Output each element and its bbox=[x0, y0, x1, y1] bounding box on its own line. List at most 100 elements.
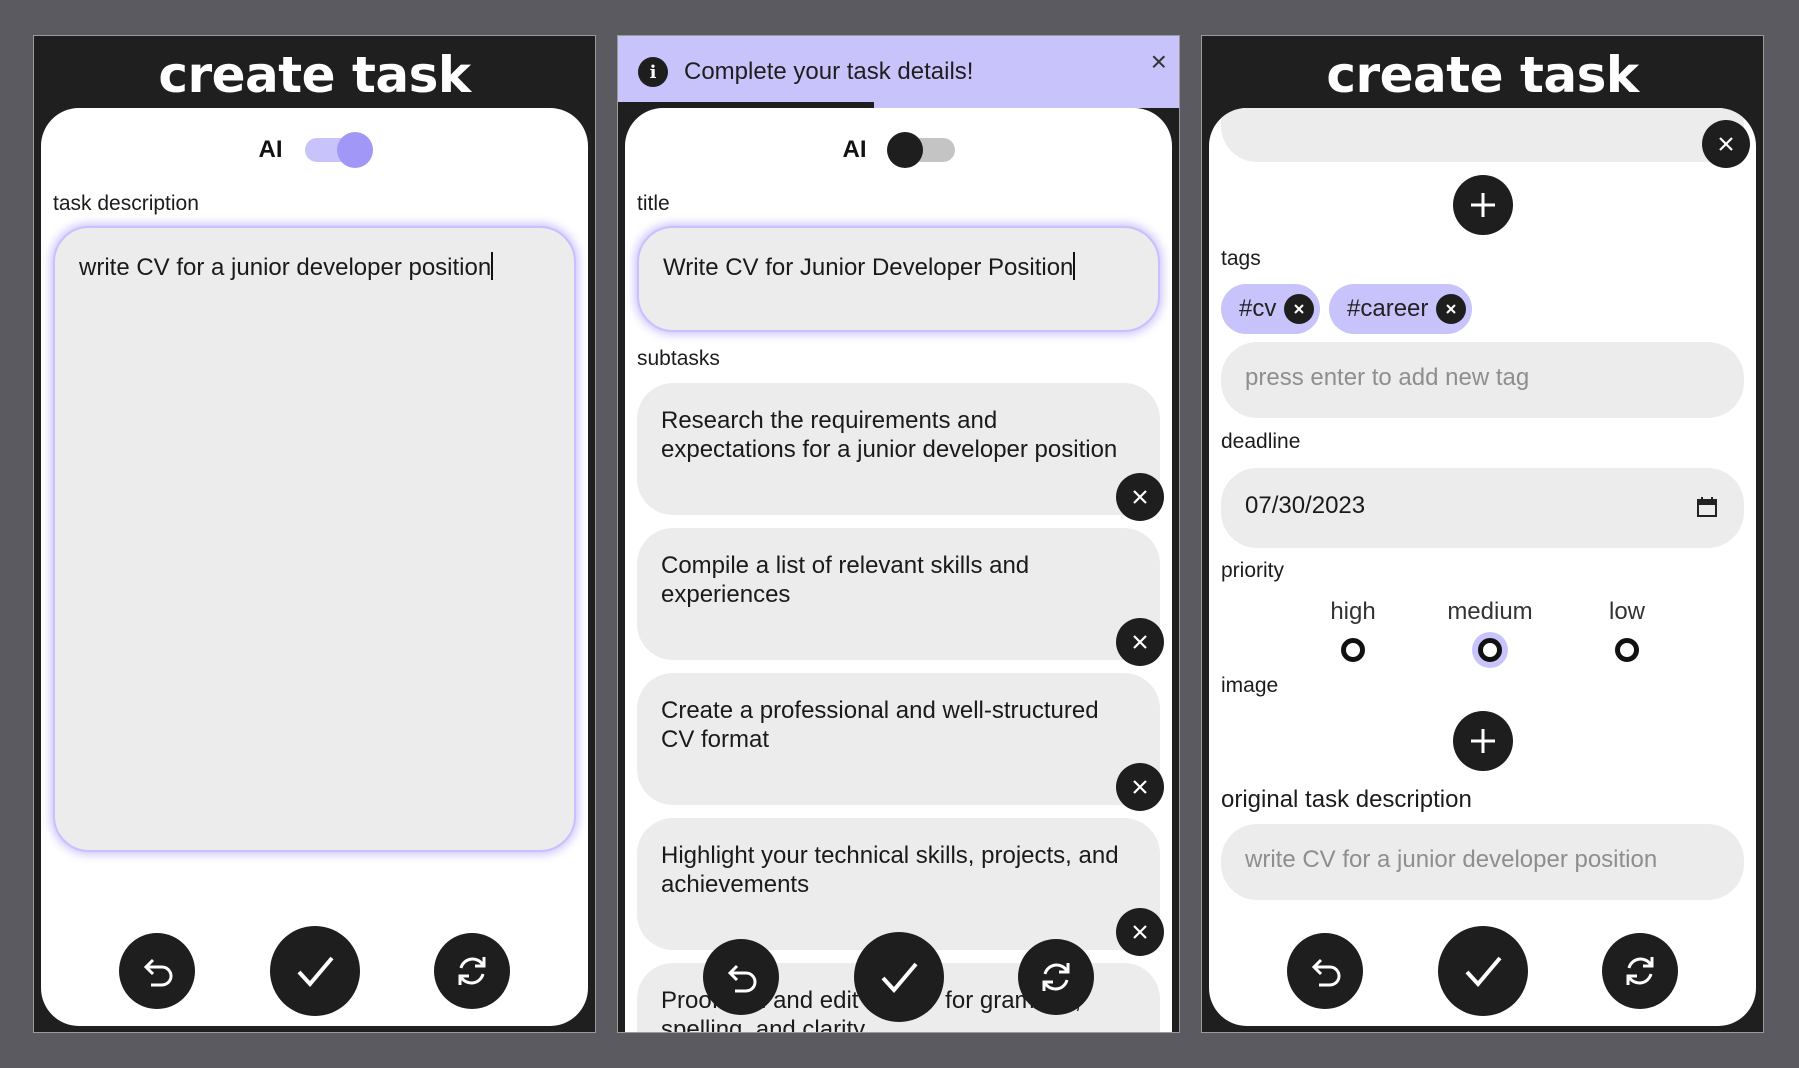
new-tag-placeholder: press enter to add new tag bbox=[1245, 364, 1530, 391]
undo-button[interactable] bbox=[119, 933, 195, 1009]
plus-icon bbox=[1470, 193, 1495, 217]
confirm-button[interactable] bbox=[270, 926, 360, 1016]
deadline-label: deadline bbox=[1221, 430, 1301, 453]
check-icon bbox=[1465, 956, 1502, 988]
priority-option-label: medium bbox=[1447, 598, 1533, 625]
toast-close-button[interactable]: × bbox=[1151, 46, 1167, 78]
refresh-icon bbox=[1626, 957, 1654, 985]
title-input[interactable]: Write CV for Junior Developer Position bbox=[637, 226, 1160, 332]
add-image-button[interactable] bbox=[1452, 711, 1513, 771]
text-caret bbox=[491, 252, 494, 280]
priority-option-label: high bbox=[1330, 598, 1376, 625]
remove-subtask-button[interactable] bbox=[1116, 763, 1164, 811]
regenerate-button[interactable] bbox=[1018, 939, 1094, 1015]
undo-icon bbox=[727, 964, 757, 993]
deadline-date-input[interactable]: 07/30/2023 bbox=[1221, 468, 1744, 548]
close-icon bbox=[1133, 780, 1147, 794]
tag-chip[interactable]: #career bbox=[1329, 284, 1473, 334]
priority-radio[interactable] bbox=[1615, 638, 1639, 662]
tag-text: #career bbox=[1347, 295, 1429, 322]
form-card: AI task description write CV for a junio… bbox=[41, 108, 588, 1026]
remove-tag-button[interactable] bbox=[1436, 294, 1467, 324]
ai-toggle-row: AI bbox=[625, 132, 1172, 168]
form-card: AI title Write CV for Junior Developer P… bbox=[625, 108, 1172, 1032]
undo-icon bbox=[143, 958, 173, 987]
priority-label: priority bbox=[1221, 559, 1285, 582]
regenerate-button[interactable] bbox=[434, 933, 510, 1009]
title-label: title bbox=[637, 192, 670, 215]
tag-chip[interactable]: #cv bbox=[1221, 284, 1321, 334]
remove-tag-button[interactable] bbox=[1284, 294, 1315, 324]
priority-option-label: low bbox=[1608, 598, 1645, 625]
toggle-knob bbox=[886, 132, 923, 168]
ai-toggle[interactable] bbox=[304, 132, 373, 168]
subtask-item[interactable]: Highlight your technical skills, project… bbox=[637, 818, 1164, 956]
ai-toggle[interactable] bbox=[886, 132, 955, 168]
title-text: Write CV for Junior Developer Position bbox=[663, 254, 1074, 281]
subtask-item[interactable]: Compile a list of relevant skills and ex… bbox=[637, 528, 1164, 666]
subtask-item-partial[interactable] bbox=[1221, 108, 1744, 162]
remove-subtask-button[interactable] bbox=[1116, 618, 1164, 666]
close-icon bbox=[1133, 635, 1147, 649]
subtask-text: Highlight your technical skills, project… bbox=[661, 842, 1119, 898]
info-icon: i bbox=[638, 57, 668, 87]
refresh-icon bbox=[1042, 963, 1070, 991]
task-description-input[interactable]: write CV for a junior developer position bbox=[53, 226, 576, 852]
priority-radio[interactable] bbox=[1341, 638, 1365, 662]
confirm-button[interactable] bbox=[1438, 926, 1528, 1016]
original-description-text: write CV for a junior developer position bbox=[1245, 846, 1658, 873]
plus-icon bbox=[1470, 729, 1495, 753]
toast-message: Complete your task details! bbox=[684, 58, 974, 85]
task-description-label: task description bbox=[53, 192, 199, 215]
close-icon bbox=[1719, 137, 1733, 151]
subtasks-label: subtasks bbox=[637, 347, 720, 370]
page-title: create task bbox=[158, 46, 471, 104]
screen-task-details: i Complete your task details! × AI title… bbox=[617, 35, 1180, 1033]
close-icon bbox=[1294, 304, 1305, 314]
toggle-knob bbox=[336, 132, 373, 168]
subtask-text: Create a professional and well-structure… bbox=[661, 697, 1099, 753]
priority-option-high[interactable]: high bbox=[1293, 598, 1413, 662]
priority-option-medium[interactable]: medium bbox=[1430, 598, 1550, 662]
subtask-text: Research the requirements and expectatio… bbox=[661, 407, 1118, 463]
ai-label: AI bbox=[842, 136, 867, 163]
page-title: create task bbox=[1326, 46, 1639, 104]
add-subtask-button[interactable] bbox=[1452, 175, 1513, 235]
calendar-icon[interactable] bbox=[1696, 496, 1718, 518]
ai-label: AI bbox=[258, 136, 283, 163]
close-icon bbox=[1446, 304, 1457, 314]
undo-button[interactable] bbox=[1287, 933, 1363, 1009]
image-label: image bbox=[1221, 674, 1279, 697]
screen-create-task-ai: create task AI task description write CV… bbox=[33, 35, 596, 1033]
action-bar bbox=[625, 932, 1172, 1022]
check-icon bbox=[297, 956, 334, 988]
new-tag-input[interactable]: press enter to add new tag bbox=[1221, 342, 1744, 418]
tag-text: #cv bbox=[1239, 295, 1277, 322]
text-caret bbox=[1073, 252, 1076, 280]
screen-create-task-details: create task tags #cv #career press enter… bbox=[1201, 35, 1764, 1033]
subtask-item[interactable]: Research the requirements and expectatio… bbox=[637, 383, 1164, 521]
undo-icon bbox=[1311, 958, 1341, 987]
toast-notification: i Complete your task details! × bbox=[618, 36, 1179, 108]
check-icon bbox=[881, 962, 918, 994]
ai-toggle-row: AI bbox=[41, 132, 588, 168]
remove-subtask-button[interactable] bbox=[1702, 120, 1750, 168]
action-bar bbox=[1209, 926, 1756, 1016]
priority-radio-selected[interactable] bbox=[1478, 638, 1502, 662]
deadline-value: 07/30/2023 bbox=[1245, 492, 1366, 519]
original-description-label: original task description bbox=[1221, 786, 1472, 813]
close-icon bbox=[1133, 490, 1147, 504]
subtask-item[interactable]: Create a professional and well-structure… bbox=[637, 673, 1164, 811]
action-bar bbox=[41, 926, 588, 1016]
regenerate-button[interactable] bbox=[1602, 933, 1678, 1009]
tags-label: tags bbox=[1221, 247, 1261, 270]
refresh-icon bbox=[458, 957, 486, 985]
remove-subtask-button[interactable] bbox=[1116, 473, 1164, 521]
undo-button[interactable] bbox=[703, 939, 779, 1015]
priority-option-low[interactable]: low bbox=[1567, 598, 1687, 662]
subtask-text: Compile a list of relevant skills and ex… bbox=[661, 552, 1030, 608]
toast-progress-bar bbox=[618, 102, 874, 108]
form-card: tags #cv #career press enter to add new … bbox=[1209, 108, 1756, 1026]
confirm-button[interactable] bbox=[854, 932, 944, 1022]
original-description-field: write CV for a junior developer position bbox=[1221, 824, 1744, 900]
